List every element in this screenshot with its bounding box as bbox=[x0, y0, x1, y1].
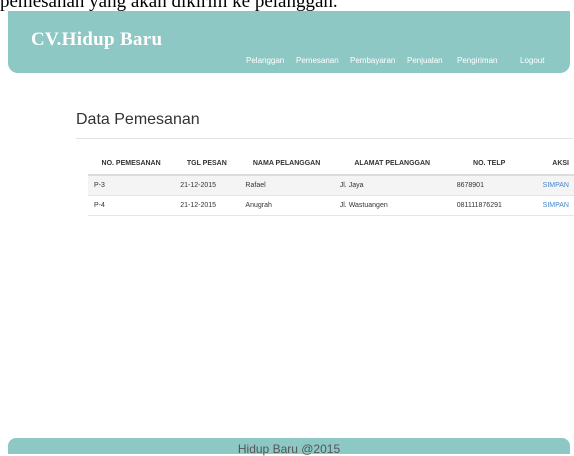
orders-table: NO. PEMESANAN TGL PESAN NAMA PELANGGAN A… bbox=[88, 152, 574, 216]
document-caption: pemesanan yang akan dikirim ke pelanggan… bbox=[0, 0, 338, 11]
cell-nama-pelanggan: Anugrah bbox=[239, 195, 334, 216]
nav-item-pembayaran[interactable]: Pembayaran bbox=[350, 56, 395, 65]
cell-aksi: SIMPAN bbox=[527, 175, 574, 196]
cell-alamat-pelanggan: Jl. Jaya bbox=[333, 175, 451, 196]
nav-item-logout[interactable]: Logout bbox=[520, 56, 544, 65]
page-title: Data Pemesanan bbox=[76, 111, 200, 128]
nav-item-pemesanan[interactable]: Pemesanan bbox=[296, 56, 339, 65]
table-row: P-3 21-12-2015 Rafael Jl. Jaya 8678901 S… bbox=[88, 175, 574, 196]
cell-no-telp: 081111876291 bbox=[450, 195, 528, 216]
col-header-alamat-pelanggan: ALAMAT PELANGGAN bbox=[333, 152, 451, 176]
cell-no-telp: 8678901 bbox=[450, 175, 528, 196]
col-header-tgl-pesan: TGL PESAN bbox=[174, 152, 240, 176]
cell-no-pemesanan: P-4 bbox=[88, 195, 175, 216]
title-divider bbox=[76, 138, 573, 139]
col-header-aksi: AKSI bbox=[527, 152, 574, 176]
cell-nama-pelanggan: Rafael bbox=[239, 175, 334, 196]
cell-alamat-pelanggan: Jl. Wastuangen bbox=[333, 195, 451, 216]
cell-no-pemesanan: P-3 bbox=[88, 175, 175, 196]
simpan-link[interactable]: SIMPAN bbox=[543, 182, 569, 189]
table-row: P-4 21-12-2015 Anugrah Jl. Wastuangen 08… bbox=[88, 195, 574, 216]
footer: Hidup Baru @2015 bbox=[8, 438, 570, 456]
col-header-nama-pelanggan: NAMA PELANGGAN bbox=[239, 152, 334, 176]
col-header-no-telp: NO. TELP bbox=[450, 152, 528, 176]
nav-item-pelanggan[interactable]: Pelanggan bbox=[246, 56, 284, 65]
simpan-link[interactable]: SIMPAN bbox=[543, 202, 569, 209]
nav-item-pengiriman[interactable]: Pengiriman bbox=[457, 56, 497, 65]
cell-tgl-pesan: 21-12-2015 bbox=[174, 175, 240, 196]
cell-tgl-pesan: 21-12-2015 bbox=[174, 195, 240, 216]
col-header-no-pemesanan: NO. PEMESANAN bbox=[88, 152, 175, 176]
main-content: Data Pemesanan NO. PEMESANAN TGL PESAN N… bbox=[8, 73, 574, 438]
table-header-row: NO. PEMESANAN TGL PESAN NAMA PELANGGAN A… bbox=[88, 152, 574, 176]
brand-logo[interactable]: CV.Hidup Baru bbox=[31, 29, 162, 51]
nav-item-penjualan[interactable]: Penjualan bbox=[407, 56, 443, 65]
navbar: CV.Hidup Baru Pelanggan Pemesanan Pembay… bbox=[8, 11, 570, 73]
cell-aksi: SIMPAN bbox=[527, 195, 574, 216]
